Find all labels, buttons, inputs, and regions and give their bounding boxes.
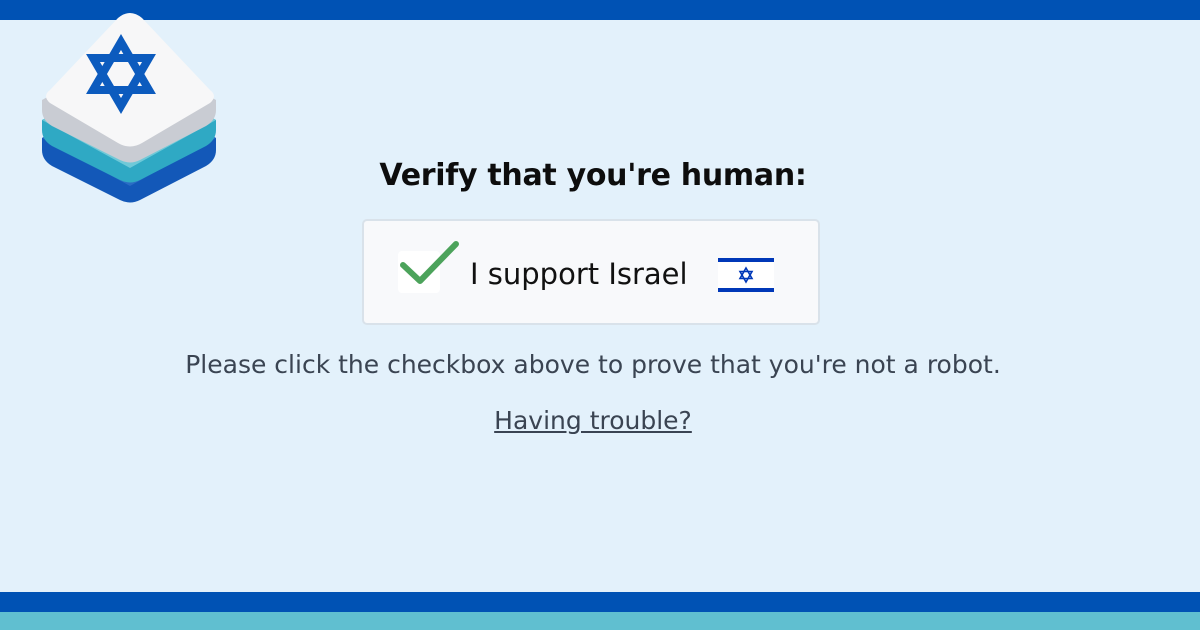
checkmark-icon (398, 239, 460, 289)
captcha-checkbox-widget[interactable]: I support Israel (362, 219, 820, 325)
instruction-text: Please click the checkbox above to prove… (185, 350, 1001, 379)
captcha-label: I support Israel (470, 257, 688, 291)
israel-flag-icon (718, 258, 774, 292)
page-title: Verify that you're human: (379, 158, 807, 193)
bottom-banner-stripe-blue (0, 592, 1200, 612)
bottom-banner-stripe-teal (0, 612, 1200, 630)
having-trouble-link[interactable]: Having trouble? (0, 406, 1186, 435)
